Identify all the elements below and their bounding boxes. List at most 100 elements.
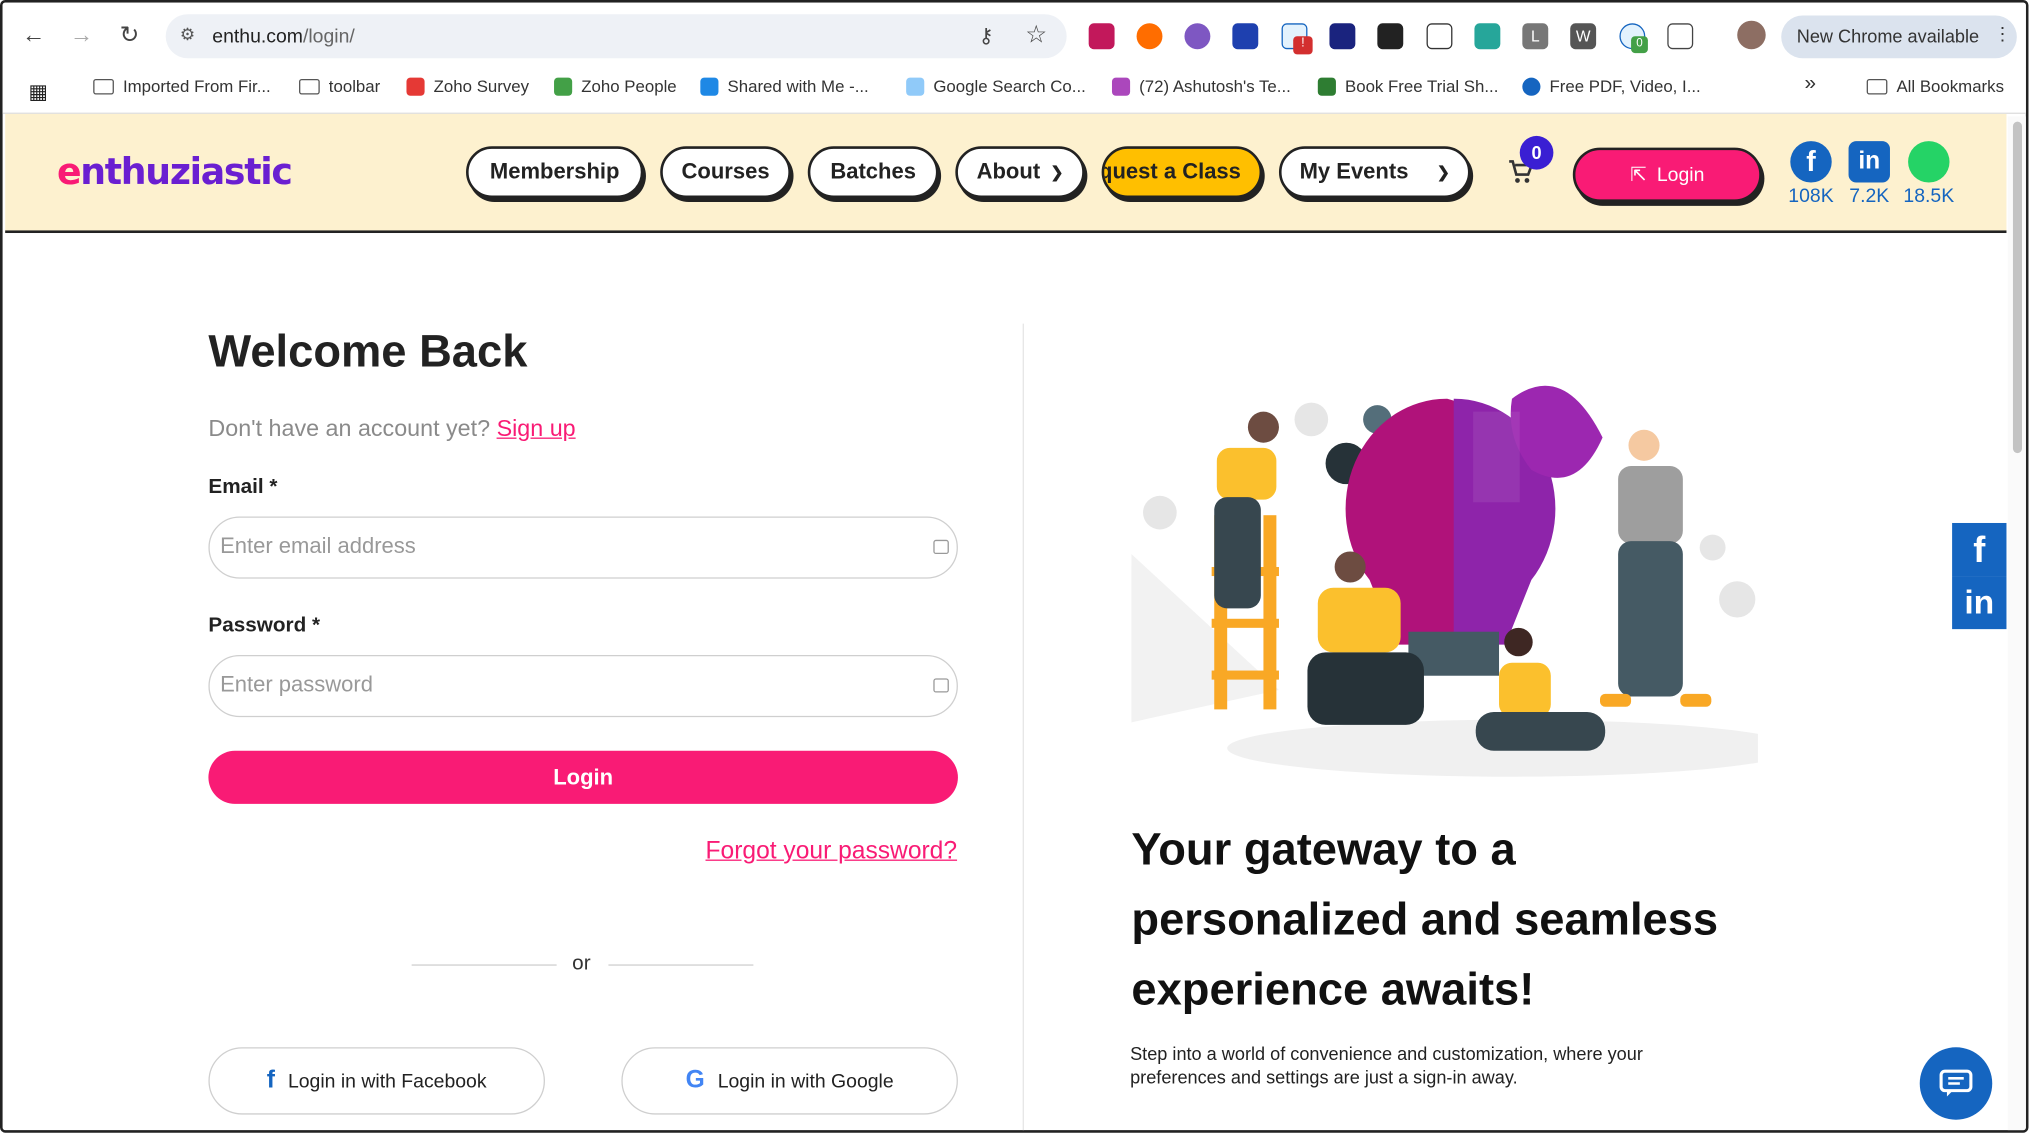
- url-path: /login/: [302, 25, 355, 48]
- bookmark-item[interactable]: Zoho Survey: [406, 76, 530, 96]
- logo-text: nthuziastic: [80, 150, 293, 193]
- nav-label: quest a Class: [1101, 159, 1241, 184]
- apps-grid-icon[interactable]: ▦: [28, 79, 48, 105]
- s-extension-icon[interactable]: [1329, 23, 1356, 50]
- bookmark-label: Shared with Me -...: [727, 76, 869, 96]
- reload-icon[interactable]: ↻: [113, 18, 147, 52]
- team-icon: [1111, 77, 1131, 96]
- folder-icon: [93, 78, 114, 94]
- login-icon: ⇱: [1630, 164, 1647, 187]
- more-bookmarks-icon[interactable]: »: [1805, 72, 1817, 95]
- nav-about[interactable]: About ❯: [955, 146, 1085, 199]
- email-label: Email *: [208, 476, 278, 499]
- or-separator: or: [572, 952, 591, 975]
- address-bar[interactable]: ⚙ enthu.com/login/ ⚷ ☆: [165, 14, 1067, 59]
- autofill-icon[interactable]: [933, 539, 949, 555]
- new-chrome-button[interactable]: New Chrome available ⋮: [1781, 15, 2017, 59]
- shared-icon: [700, 77, 719, 96]
- share-facebook-button[interactable]: f: [1952, 522, 2007, 577]
- whatsapp-icon: [1908, 141, 1950, 183]
- bookmark-star-icon[interactable]: ☆: [1025, 21, 1047, 51]
- promo-headline: Your gateway to a personalized and seaml…: [1131, 824, 1719, 1015]
- email-field[interactable]: [208, 516, 958, 579]
- chat-widget-button[interactable]: [1919, 1047, 1993, 1120]
- back-icon[interactable]: ←: [17, 18, 51, 52]
- nav-membership[interactable]: Membership: [466, 146, 644, 199]
- bookmark-item[interactable]: Free PDF, Video, I...: [1522, 76, 1701, 96]
- forgot-password-link[interactable]: Forgot your password?: [706, 838, 958, 866]
- password-input[interactable]: [220, 656, 894, 714]
- linkedin-count: 7.2K: [1849, 185, 1890, 208]
- site-logo[interactable]: enthuziastic: [57, 150, 293, 193]
- bookmark-item[interactable]: Book Free Trial Sh...: [1317, 76, 1498, 96]
- screen: ← → ↻ ⚙ enthu.com/login/ ⚷ ☆ ! L W 0 New…: [0, 0, 2029, 1133]
- chat-extension-icon[interactable]: [1232, 23, 1259, 50]
- profile-avatar[interactable]: [1737, 20, 1766, 50]
- password-field[interactable]: [208, 655, 958, 718]
- team-puzzle-illustration: [1131, 385, 1758, 777]
- google-icon: G: [685, 1066, 705, 1094]
- bookmark-item[interactable]: (72) Ashutosh's Te...: [1111, 76, 1291, 96]
- header-login-label: Login: [1656, 163, 1705, 186]
- bookmark-item[interactable]: Google Search Co...: [906, 76, 1086, 96]
- sheets-icon: [1317, 77, 1336, 96]
- email-input[interactable]: [220, 517, 894, 575]
- grammar-extension-icon[interactable]: [1474, 23, 1501, 50]
- brain-extension-icon[interactable]: [1184, 23, 1211, 50]
- browser-extension-icon[interactable]: [1136, 23, 1163, 50]
- nav-request-class[interactable]: quest a Class: [1101, 146, 1263, 199]
- all-bookmarks[interactable]: All Bookmarks: [1866, 76, 2004, 96]
- bookmark-item[interactable]: Imported From Fir...: [93, 76, 271, 96]
- login-submit-label: Login: [553, 764, 614, 789]
- forward-icon[interactable]: →: [65, 18, 99, 52]
- nav-courses[interactable]: Courses: [660, 146, 791, 199]
- header-login-button[interactable]: ⇱ Login: [1572, 147, 1762, 202]
- facebook-icon: f: [1790, 141, 1832, 183]
- zoho-survey-icon: [406, 77, 425, 96]
- bookmark-label: Zoho Survey: [433, 76, 530, 96]
- password-key-icon[interactable]: ⚷: [979, 23, 994, 49]
- signup-link[interactable]: Sign up: [497, 416, 576, 442]
- extension-badge-green: 0: [1631, 36, 1648, 54]
- share-linkedin-button[interactable]: in: [1952, 576, 2007, 630]
- login-submit-button[interactable]: Login: [208, 750, 958, 804]
- url-text: enthu.com/login/: [212, 26, 354, 48]
- pen-extension-icon[interactable]: [1426, 23, 1453, 50]
- side-share-bar: f in: [1952, 522, 2007, 630]
- facebook-login-button[interactable]: f Login in with Facebook: [208, 1047, 545, 1115]
- facebook-icon: f: [266, 1066, 276, 1094]
- folder-icon: [1866, 78, 1888, 94]
- whatsapp-follow[interactable]: 18.5K: [1898, 141, 1960, 207]
- kebab-menu-icon[interactable]: ⋮: [1994, 23, 2012, 45]
- nav-batches[interactable]: Batches: [807, 146, 939, 199]
- bookmark-item[interactable]: toolbar: [299, 76, 380, 96]
- scrollbar-thumb[interactable]: [2012, 121, 2023, 454]
- f-extension-icon[interactable]: [1377, 23, 1404, 50]
- zoho-people-icon: [554, 77, 573, 96]
- facebook-follow[interactable]: f 108K: [1780, 141, 1842, 207]
- bookmark-label: (72) Ashutosh's Te...: [1139, 76, 1291, 96]
- site-settings-icon[interactable]: ⚙: [180, 25, 195, 46]
- promo-body: Step into a world of convenience and cus…: [1130, 1043, 1643, 1088]
- google-login-button[interactable]: G Login in with Google: [621, 1047, 958, 1115]
- bookmark-item[interactable]: Shared with Me -...: [700, 76, 869, 96]
- nav-my-events[interactable]: My Events ❯: [1278, 146, 1471, 199]
- bookmark-label: Imported From Fir...: [122, 76, 271, 96]
- facebook-icon: f: [1973, 528, 1986, 569]
- autofill-icon[interactable]: [933, 678, 949, 693]
- all-bookmarks-label: All Bookmarks: [1896, 76, 2004, 96]
- w-extension-icon[interactable]: W: [1570, 23, 1597, 50]
- instagram-extension-icon[interactable]: [1088, 23, 1115, 50]
- linkedin-follow[interactable]: in 7.2K: [1838, 141, 1900, 207]
- pdf-icon: [1522, 77, 1541, 96]
- linkedin-icon: in: [1964, 582, 1995, 622]
- browser-toolbar: ← → ↻ ⚙ enthu.com/login/ ⚷ ☆ ! L W 0 New…: [2, 2, 2026, 68]
- divider-line: [608, 964, 754, 966]
- nav-label: About: [976, 159, 1041, 184]
- bookmark-item[interactable]: Zoho People: [554, 76, 677, 96]
- bookmark-label: Zoho People: [581, 76, 677, 96]
- l-extension-icon[interactable]: L: [1522, 23, 1549, 50]
- column-divider: [1022, 323, 1024, 1131]
- puzzle-extensions-icon[interactable]: [1667, 23, 1694, 50]
- password-label: Password *: [208, 614, 321, 637]
